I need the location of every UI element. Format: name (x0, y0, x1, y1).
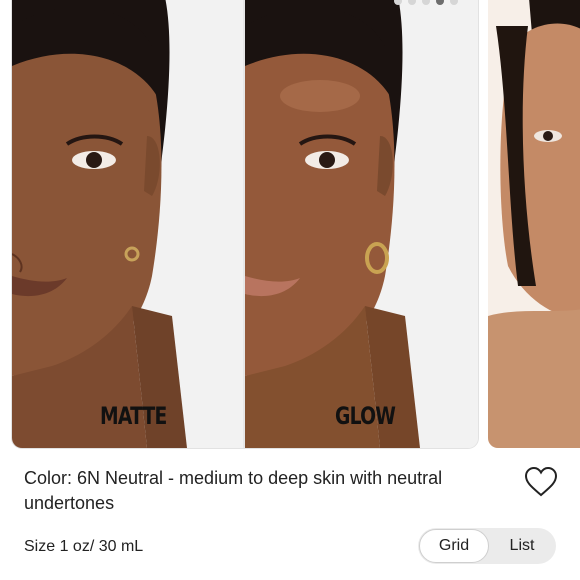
carousel-dot-active[interactable] (436, 0, 444, 5)
product-image-carousel[interactable]: MATTE GLOW (0, 0, 580, 450)
view-toggle[interactable]: Grid List (418, 528, 556, 564)
matte-finish-photo: MATTE (12, 0, 243, 448)
matte-label: MATTE (100, 402, 167, 430)
carousel-dot[interactable] (422, 0, 430, 5)
glow-label: GLOW (335, 402, 396, 430)
product-image-card[interactable]: MATTE GLOW (12, 0, 478, 448)
carousel-dot[interactable] (394, 0, 402, 5)
product-size: Size 1 oz/ 30 mL (24, 538, 144, 555)
list-view-button[interactable]: List (489, 529, 555, 563)
heart-icon[interactable] (524, 466, 558, 498)
grid-view-button[interactable]: Grid (419, 529, 489, 563)
glow-model-illustration (245, 0, 420, 448)
carousel-dot[interactable] (450, 0, 458, 5)
color-description: Color: 6N Neutral - medium to deep skin … (24, 468, 443, 513)
carousel-page-indicator[interactable] (394, 0, 458, 5)
carousel-dot[interactable] (408, 0, 416, 5)
glow-finish-photo: GLOW (245, 0, 478, 448)
next-product-image-card[interactable] (488, 0, 580, 448)
next-model-illustration (488, 0, 580, 448)
matte-model-illustration (12, 0, 187, 448)
